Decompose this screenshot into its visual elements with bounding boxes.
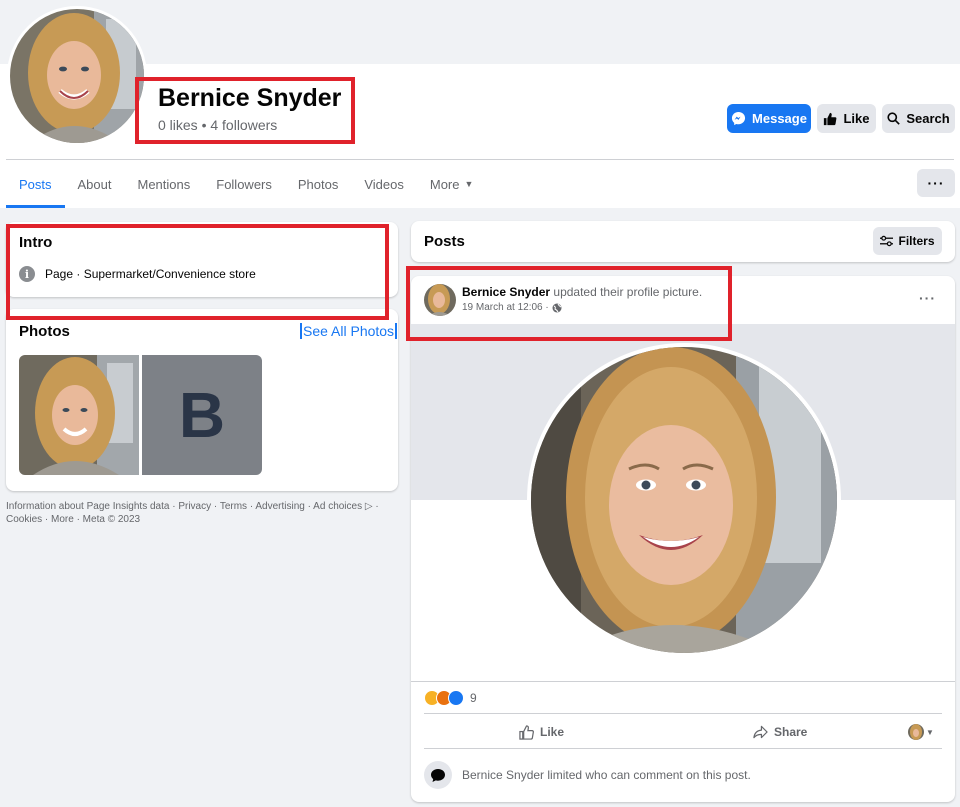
post-profile-photo[interactable]: [527, 343, 841, 657]
caret-down-icon: ▼: [926, 727, 934, 737]
tab-followers[interactable]: Followers: [203, 160, 285, 208]
tab-label: Posts: [19, 176, 52, 192]
filters-label: Filters: [898, 234, 935, 248]
search-icon: [887, 112, 901, 125]
highlight-box-post-header: [406, 266, 732, 341]
photo-thumbnail[interactable]: [19, 355, 139, 475]
footer-links[interactable]: Information about Page Insights data · P…: [6, 500, 396, 526]
highlight-box-name: [135, 77, 355, 144]
reaction-count: 9: [470, 691, 477, 705]
tab-label: Followers: [216, 176, 272, 192]
like-page-button[interactable]: Like: [817, 104, 876, 133]
tab-about[interactable]: About: [65, 160, 125, 208]
more-actions-button[interactable]: ···: [917, 169, 955, 197]
comment-limited-notice: Bernice Snyder limited who can comment o…: [424, 761, 751, 789]
react-as-selector[interactable]: ▼: [908, 724, 934, 740]
page-tabs: Posts About Mentions Followers Photos Vi…: [6, 160, 486, 208]
tab-label: Photos: [297, 176, 339, 192]
see-all-photos-link[interactable]: See All Photos: [300, 323, 398, 339]
filters-button[interactable]: Filters: [873, 227, 942, 255]
post-like-button[interactable]: Like: [519, 720, 564, 744]
like-reaction-icon: [448, 690, 464, 706]
profile-avatar[interactable]: [7, 6, 147, 146]
placeholder-letter: B: [178, 379, 226, 451]
reactions-summary[interactable]: 9: [424, 690, 477, 706]
thumbs-up-icon: [824, 112, 837, 125]
photos-card: Photos See All Photos B: [6, 309, 398, 491]
actions-divider-bottom: [424, 748, 942, 749]
tab-posts[interactable]: Posts: [6, 160, 65, 208]
message-button[interactable]: Message: [727, 104, 811, 133]
post-share-label: Share: [774, 725, 808, 739]
tab-videos[interactable]: Videos: [351, 160, 417, 208]
highlight-box-intro: [6, 224, 389, 320]
photo-thumbnail-placeholder[interactable]: B: [142, 355, 262, 475]
tab-label: About: [77, 176, 112, 192]
tab-label: More: [429, 176, 460, 192]
post-divider: [411, 681, 955, 682]
limited-notice-text: Bernice Snyder limited who can comment o…: [462, 768, 751, 782]
tab-mentions[interactable]: Mentions: [125, 160, 204, 208]
tab-label: Mentions: [137, 176, 191, 192]
tab-more[interactable]: More ▼: [417, 160, 487, 208]
caret-down-icon: ▼: [464, 179, 474, 189]
post-share-button[interactable]: Share: [753, 720, 807, 744]
share-arrow-icon: [753, 725, 768, 739]
search-button[interactable]: Search: [882, 104, 955, 133]
comment-bubble-icon: [424, 761, 452, 789]
mini-avatar: [908, 724, 924, 740]
post-like-label: Like: [540, 725, 565, 739]
posts-title: Posts: [424, 233, 465, 250]
search-label: Search: [906, 111, 950, 126]
thumbs-up-outline-icon: [519, 724, 534, 740]
tab-label: Videos: [364, 176, 404, 192]
post-options-button[interactable]: ···: [919, 290, 936, 306]
posts-header-card: Posts Filters: [411, 221, 955, 262]
messenger-icon: [731, 111, 746, 126]
post-card: Bernice Snyder updated their profile pic…: [411, 276, 955, 802]
message-label: Message: [752, 111, 807, 126]
photos-title: Photos: [19, 323, 70, 340]
like-label: Like: [843, 111, 870, 126]
actions-divider-top: [424, 713, 942, 714]
tab-photos[interactable]: Photos: [285, 160, 351, 208]
sliders-icon: [880, 235, 894, 247]
